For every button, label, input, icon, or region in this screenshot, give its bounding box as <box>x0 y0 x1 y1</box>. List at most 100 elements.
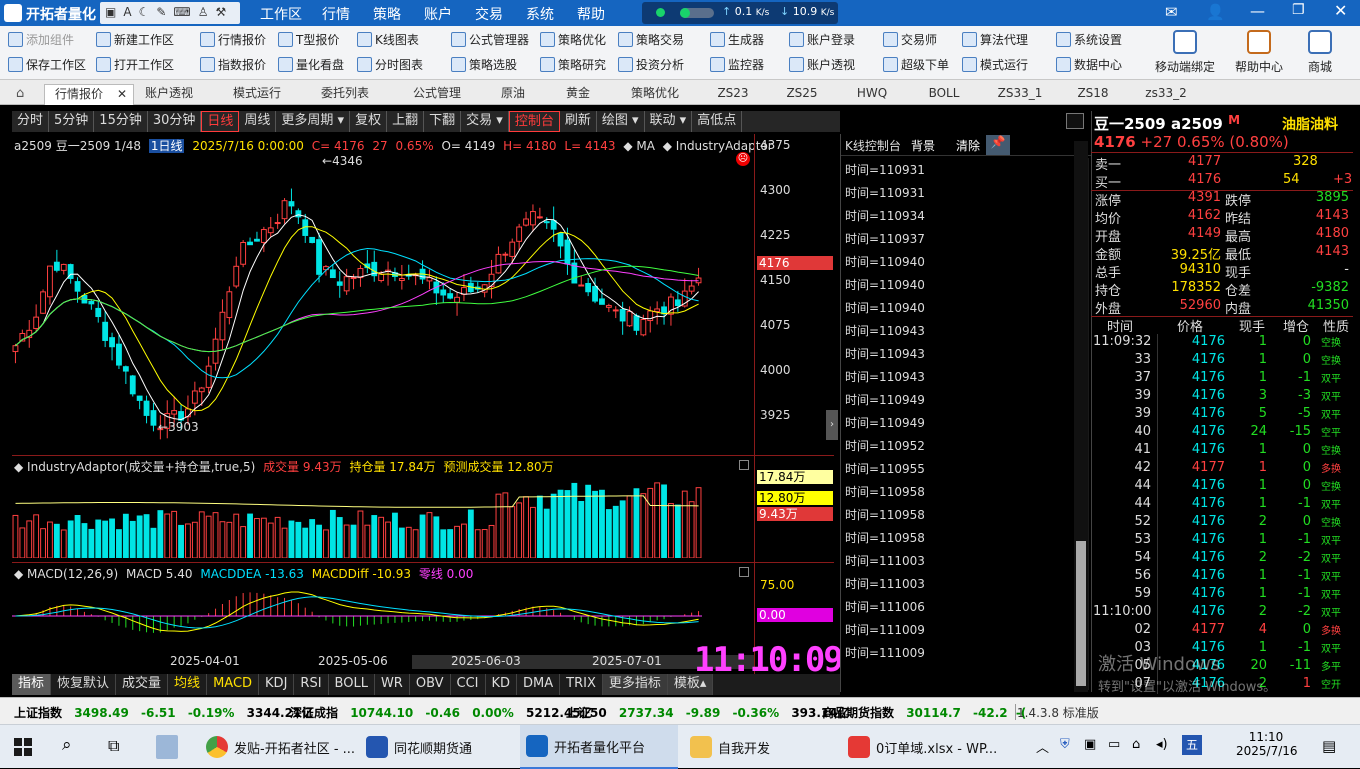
user-icon[interactable]: ♙ <box>198 5 209 21</box>
period-15min[interactable]: 15分钟 <box>94 111 148 132</box>
strategy-optimize-button[interactable]: 策略优化 <box>540 31 606 48</box>
pin-icon[interactable]: 📌 <box>986 135 1010 155</box>
tab-kdj[interactable]: KDJ <box>259 674 295 695</box>
shop-button[interactable]: 商城 <box>1285 28 1355 78</box>
period-30min[interactable]: 30分钟 <box>148 111 202 132</box>
tab-strategy-opt[interactable]: 策略优化 <box>618 84 692 105</box>
ime-indicator[interactable]: 五 <box>1182 735 1202 755</box>
trader-button[interactable]: 交易师 <box>883 31 937 48</box>
page-up-button[interactable]: 上翻 <box>387 111 425 132</box>
timeshare-chart-button[interactable]: 分时图表 <box>357 56 423 73</box>
tab-volume[interactable]: 成交量 <box>116 674 169 695</box>
account-icon[interactable]: 👤 <box>1206 3 1225 21</box>
tab-ma[interactable]: 均线 <box>168 674 208 695</box>
task-chrome[interactable]: 发贴-开拓者社区 - ... <box>200 725 356 769</box>
tray-app-icon[interactable]: ▣ <box>1084 737 1096 752</box>
generator-button[interactable]: 生成器 <box>710 31 764 48</box>
tab-boll[interactable]: BOLL <box>915 84 973 105</box>
index-commodity[interactable]: 商品期货指数 30114.7 -42.2 -( <box>822 704 1026 721</box>
strategy-screen-button[interactable]: 策略选股 <box>451 56 517 73</box>
pane-max-icon[interactable] <box>739 460 749 470</box>
indicator-name[interactable]: ◆ MACD(12,26,9) <box>14 567 118 581</box>
maximize-icon[interactable]: ❐ <box>1292 2 1305 18</box>
template-button[interactable]: 模板▴ <box>667 674 714 695</box>
tab-crude[interactable]: 原油 <box>488 84 538 105</box>
tab-zs33-2[interactable]: zs33_2 <box>1134 84 1198 105</box>
mode-run-button[interactable]: 模式运行 <box>962 56 1028 73</box>
wrench-icon[interactable]: ⚒ <box>215 5 226 21</box>
windows-start-icon[interactable] <box>14 738 32 756</box>
tab-zs23[interactable]: ZS23 <box>706 84 760 105</box>
super-order-button[interactable]: 超级下单 <box>883 56 949 73</box>
tab-rsi[interactable]: RSI <box>294 674 329 695</box>
tab-macd[interactable]: MACD <box>207 674 260 695</box>
index-sz[interactable]: 深证成指 10744.10 -0.46 0.00% 5212.45亿 <box>290 704 593 721</box>
help-center-button[interactable]: 帮助中心 <box>1224 28 1294 78</box>
index-sh[interactable]: 上证指数 3498.49 -6.51 -0.19% 3344.21亿 <box>14 704 313 721</box>
pen-icon[interactable]: ✎ <box>156 5 166 21</box>
algo-proxy-button[interactable]: 算法代理 <box>962 31 1028 48</box>
collapse-arrow-icon[interactable]: › <box>826 410 838 440</box>
index-sz50[interactable]: 上证50 2737.34 -9.89 -0.36% 393.14亿 <box>566 704 850 721</box>
format-icon[interactable]: ▣ <box>105 5 116 21</box>
strategy-trade-button[interactable]: 策略交易 <box>618 31 684 48</box>
console-button[interactable]: 控制台 <box>508 111 560 132</box>
monitor-button[interactable]: 监控器 <box>710 56 764 73</box>
tab-wr[interactable]: WR <box>375 674 410 695</box>
account-login-button[interactable]: 账户登录 <box>789 31 855 48</box>
pane-max-icon[interactable] <box>739 567 749 577</box>
tab-boll[interactable]: BOLL <box>329 674 375 695</box>
kline-chart-button[interactable]: K线图表 <box>357 31 419 48</box>
alert-face-icon[interactable]: ☹ <box>736 152 750 166</box>
account-view-button[interactable]: 账户透视 <box>789 56 855 73</box>
mail-icon[interactable]: ✉ <box>1165 3 1178 21</box>
notification-icon[interactable]: ▤ <box>1322 737 1336 755</box>
period-daily[interactable]: 日线 <box>201 111 240 132</box>
keyboard-icon[interactable]: ⌨ <box>173 5 190 21</box>
menu-trade[interactable]: 交易 <box>475 4 503 24</box>
task-view-icon[interactable]: ⧉ <box>108 736 119 756</box>
search-icon[interactable]: ⌕ <box>62 735 72 755</box>
data-center-button[interactable]: 数据中心 <box>1056 56 1122 73</box>
tab-obv[interactable]: OBV <box>410 674 451 695</box>
calculator-icon[interactable] <box>156 735 178 759</box>
shield-icon[interactable]: ⛨ <box>1060 737 1070 752</box>
network-icon[interactable]: ⌂ <box>1132 737 1140 752</box>
period-weekly[interactable]: 周线 <box>239 111 277 132</box>
task-folder[interactable]: 自我开发 <box>684 725 834 769</box>
indicator-name[interactable]: ◆ IndustryAdaptor(成交量+持仓量,true,5) <box>14 460 255 474</box>
menu-system[interactable]: 系统 <box>526 4 554 24</box>
period-5min[interactable]: 5分钟 <box>49 111 95 132</box>
industry-indicator[interactable]: ◆ IndustryAdaptor <box>663 139 773 153</box>
tray-expand-icon[interactable]: ︿ <box>1036 737 1049 756</box>
tab-account-view[interactable]: 账户透视 <box>136 84 202 105</box>
menu-workspace[interactable]: 工作区 <box>260 4 302 24</box>
tab-kd[interactable]: KD <box>486 674 518 695</box>
monitor-icon[interactable]: ▭ <box>1108 737 1120 752</box>
tab-dma[interactable]: DMA <box>517 674 561 695</box>
page-down-button[interactable]: 下翻 <box>424 111 462 132</box>
toggle-icon[interactable] <box>680 8 714 18</box>
tab-zs25[interactable]: ZS25 <box>775 84 829 105</box>
trade-dropdown[interactable]: 交易 ▾ <box>461 111 509 132</box>
formula-manager-button[interactable]: 公式管理器 <box>451 31 529 48</box>
task-tonghuashun[interactable]: 同花顺期货通 <box>360 725 512 769</box>
quant-board-button[interactable]: 量化看盘 <box>278 56 344 73</box>
tab-reset-default[interactable]: 恢复默认 <box>51 674 117 695</box>
menu-strategy[interactable]: 策略 <box>373 4 401 24</box>
new-workspace-button[interactable]: 新建工作区 <box>96 31 174 48</box>
close-tab-icon[interactable]: ✕ <box>117 85 127 104</box>
strategy-research-button[interactable]: 策略研究 <box>540 56 606 73</box>
volume-icon[interactable]: ◂) <box>1156 737 1168 752</box>
console-bg-button[interactable]: 背景 <box>911 137 935 154</box>
task-wps[interactable]: 0订单域.xlsx - WP... <box>842 725 1002 769</box>
more-indicators-button[interactable]: 更多指标 <box>602 674 668 695</box>
invest-analysis-button[interactable]: 投资分析 <box>618 56 684 73</box>
moon-icon[interactable]: ☾ <box>139 5 150 21</box>
tab-orders[interactable]: 委托列表 <box>308 84 382 105</box>
home-icon[interactable]: ⌂ <box>16 86 24 101</box>
period-label[interactable]: 1日线 <box>148 139 185 153</box>
tab-market-quotes[interactable]: 行情报价 ✕ <box>44 84 134 105</box>
kline-chart[interactable] <box>12 152 754 454</box>
ma-indicator[interactable]: ◆ MA <box>623 139 655 153</box>
